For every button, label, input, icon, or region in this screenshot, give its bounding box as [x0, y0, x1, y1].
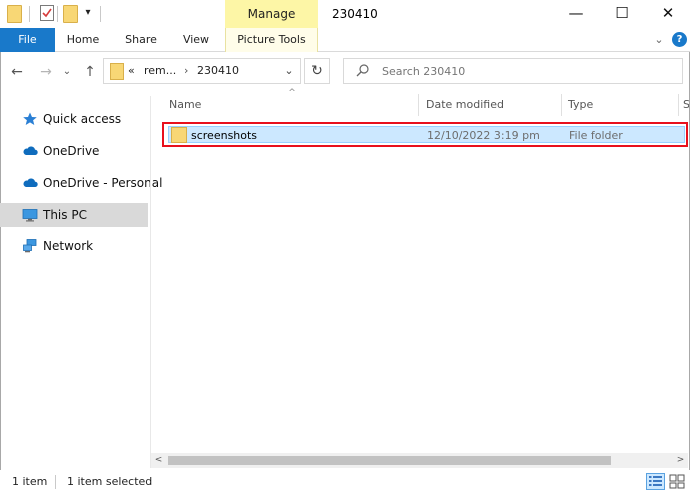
sidebar-item-label: OneDrive	[43, 144, 100, 158]
scroll-right-icon[interactable]: >	[673, 453, 688, 468]
star-icon	[22, 111, 38, 127]
recent-locations-chevron-icon[interactable]: ⌄	[60, 61, 74, 83]
file-name[interactable]: screenshots	[191, 125, 257, 146]
column-header-name[interactable]: Name	[169, 94, 417, 116]
breadcrumb-separator-icon[interactable]: ›	[184, 59, 188, 83]
help-icon[interactable]: ?	[672, 32, 687, 47]
sidebar-item-quick-access[interactable]: Quick access	[0, 107, 148, 131]
back-button[interactable]: ←	[7, 61, 27, 83]
column-header-date-modified[interactable]: Date modified	[426, 94, 558, 116]
tab-picture-tools[interactable]: Picture Tools	[225, 28, 318, 52]
column-header-type[interactable]: Type	[568, 94, 678, 116]
column-header-size[interactable]: S	[683, 94, 689, 116]
horizontal-scrollbar[interactable]: < >	[151, 453, 688, 468]
folder-icon	[171, 127, 187, 143]
customize-toolbar-chevron-icon[interactable]: ▾	[82, 6, 94, 20]
sidebar-item-network[interactable]: Network	[0, 234, 148, 258]
search-input[interactable]	[382, 60, 672, 82]
file-date-modified: 12/10/2022 3:19 pm	[427, 129, 540, 142]
up-button[interactable]: ↑	[80, 61, 100, 83]
minimize-button[interactable]: —	[553, 0, 599, 28]
column-divider[interactable]	[561, 94, 562, 116]
window-title: 230410	[332, 7, 378, 21]
address-dropdown-icon[interactable]: ⌄	[280, 59, 298, 83]
sidebar-item-label: This PC	[43, 208, 87, 222]
item-count: 1 item	[12, 475, 48, 488]
selected-count: 1 item selected	[67, 475, 153, 488]
sidebar-item-label: Network	[43, 239, 94, 253]
status-bar: 1 item 1 item selected	[0, 470, 690, 493]
scrollbar-thumb[interactable]	[168, 456, 611, 465]
sidebar-item-onedrive-personal[interactable]: OneDrive - Personal	[0, 171, 162, 195]
file-type: File folder	[569, 129, 623, 142]
navigation-pane: Quick access OneDrive OneDrive - Persona…	[0, 96, 162, 468]
sidebar-item-label: Quick access	[43, 112, 122, 126]
network-icon	[22, 238, 38, 254]
breadcrumb-item[interactable]: rem...	[144, 59, 176, 83]
large-icons-view-icon	[669, 474, 685, 489]
breadcrumb-item[interactable]: 230410	[197, 59, 239, 83]
breadcrumb-overflow[interactable]: «	[128, 59, 135, 83]
forward-button[interactable]: →	[36, 61, 56, 83]
details-view-icon	[649, 476, 662, 486]
new-folder-icon[interactable]	[63, 5, 78, 23]
cloud-icon	[22, 175, 38, 191]
folder-icon	[110, 63, 124, 80]
title-bar: ▾ Manage 230410 — ☐ ✕	[0, 0, 690, 28]
properties-icon[interactable]	[40, 5, 54, 21]
manage-tab[interactable]: Manage	[225, 0, 318, 28]
large-icons-view-button[interactable]	[668, 473, 687, 490]
table-row[interactable]: screenshots 12/10/2022 3:19 pm File fold…	[162, 122, 688, 147]
sidebar-item-onedrive[interactable]: OneDrive	[0, 139, 148, 163]
tab-share[interactable]: Share	[118, 28, 164, 52]
search-box[interactable]	[343, 58, 683, 84]
close-button[interactable]: ✕	[645, 0, 690, 28]
details-view-button[interactable]	[646, 473, 665, 490]
toolbar-separator	[100, 6, 101, 22]
selection-highlight: screenshots 12/10/2022 3:19 pm File fold…	[168, 126, 685, 143]
column-divider[interactable]	[678, 94, 679, 116]
sidebar-item-label: OneDrive - Personal	[43, 176, 163, 190]
pane-divider[interactable]	[150, 96, 151, 468]
status-separator	[55, 475, 56, 489]
address-bar[interactable]: « rem... › 230410 ⌄	[103, 58, 301, 84]
column-divider[interactable]	[418, 94, 419, 116]
toolbar-separator	[29, 6, 30, 22]
refresh-button[interactable]: ↻	[304, 58, 330, 84]
tab-home[interactable]: Home	[60, 28, 106, 52]
scroll-left-icon[interactable]: <	[151, 453, 166, 468]
search-icon	[356, 63, 370, 79]
toolbar-separator	[57, 6, 58, 22]
tab-file[interactable]: File	[0, 28, 55, 52]
sidebar-item-this-pc[interactable]: This PC	[0, 203, 148, 227]
folder-icon[interactable]	[7, 5, 22, 23]
monitor-icon	[22, 207, 38, 223]
cloud-icon	[22, 143, 38, 159]
expand-ribbon-icon[interactable]: ⌄	[652, 30, 666, 50]
tab-view[interactable]: View	[174, 28, 218, 52]
maximize-button[interactable]: ☐	[599, 0, 645, 28]
